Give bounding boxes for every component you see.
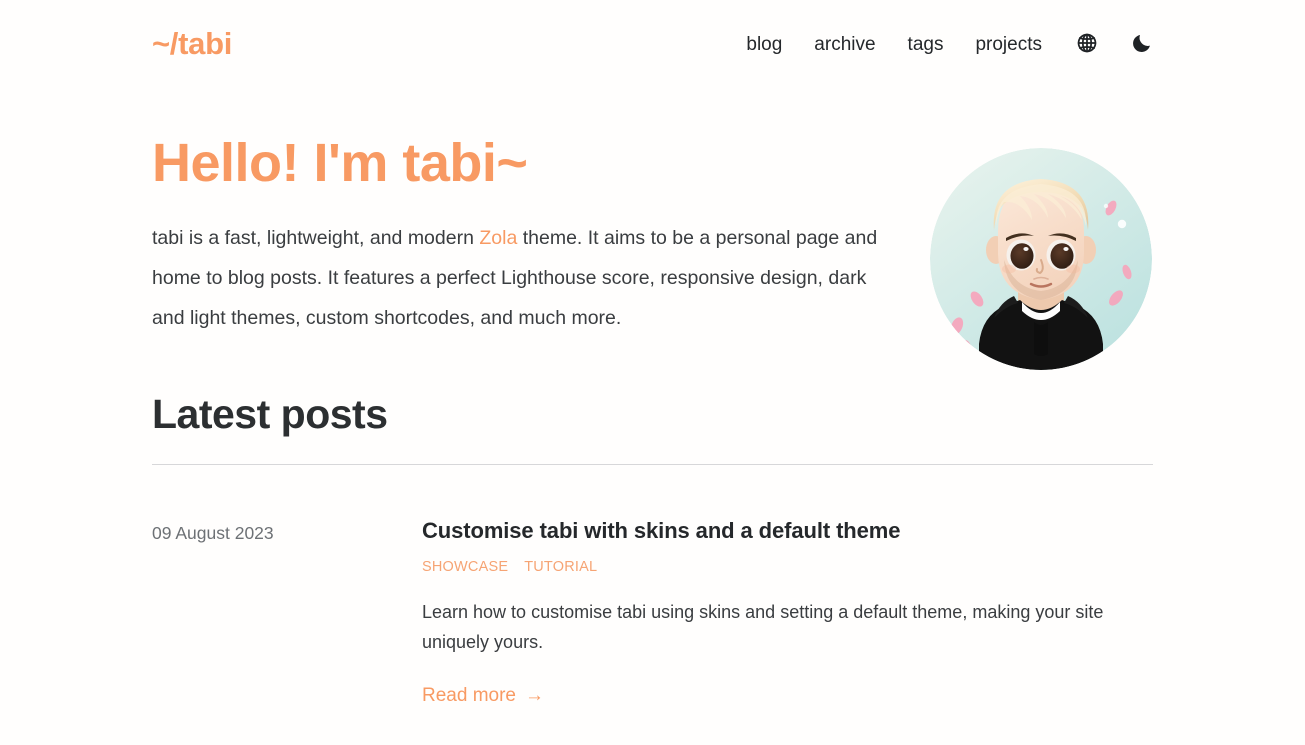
hero-section: Hello! I'm tabi~ tabi is a fast, lightwe… bbox=[152, 128, 1153, 370]
post-title-link[interactable]: Customise tabi with skins and a default … bbox=[422, 517, 1153, 545]
nav-link-projects[interactable]: projects bbox=[975, 35, 1042, 54]
hero-text-block: Hello! I'm tabi~ tabi is a fast, lightwe… bbox=[152, 128, 912, 338]
avatar-illustration bbox=[930, 148, 1152, 370]
moon-icon bbox=[1132, 32, 1153, 56]
section-divider bbox=[152, 464, 1153, 466]
hero-description-part1: tabi is a fast, lightweight, and modern bbox=[152, 227, 480, 250]
hero-description: tabi is a fast, lightweight, and modern … bbox=[152, 218, 897, 338]
post-date: 09 August 2023 bbox=[152, 523, 274, 544]
latest-posts-section: Latest posts 09 August 2023 Customise ta… bbox=[152, 391, 1153, 707]
post-tag-tutorial[interactable]: TUTORIAL bbox=[524, 559, 597, 575]
section-title: Latest posts bbox=[152, 391, 388, 437]
globe-icon bbox=[1076, 32, 1098, 57]
site-brand-logo[interactable]: ~/tabi bbox=[152, 28, 232, 61]
page-root: ~/tabi blog archive tags projects Hello!… bbox=[0, 0, 1305, 745]
post-content: Customise tabi with skins and a default … bbox=[422, 517, 1153, 707]
read-more-label: Read more bbox=[422, 684, 516, 706]
post-list-item: 09 August 2023 Customise tabi with skins… bbox=[152, 517, 1153, 707]
site-header: ~/tabi blog archive tags projects bbox=[152, 0, 1153, 88]
post-tag-list: SHOWCASE TUTORIAL bbox=[422, 559, 1153, 575]
post-tag-showcase[interactable]: SHOWCASE bbox=[422, 559, 508, 575]
post-description: Learn how to customise tabi using skins … bbox=[422, 601, 1104, 652]
nav-link-archive[interactable]: archive bbox=[814, 35, 875, 54]
page-title: Hello! I'm tabi~ bbox=[152, 133, 528, 193]
zola-link[interactable]: Zola bbox=[479, 227, 517, 249]
nav-link-tags[interactable]: tags bbox=[908, 35, 944, 54]
avatar bbox=[930, 148, 1152, 370]
nav-link-blog[interactable]: blog bbox=[746, 35, 782, 54]
read-more-link[interactable]: Read more → bbox=[422, 685, 544, 707]
theme-toggle-button[interactable] bbox=[1132, 32, 1153, 56]
arrow-right-icon: → bbox=[525, 685, 544, 707]
main-navigation: blog archive tags projects bbox=[746, 32, 1153, 57]
language-switcher-button[interactable] bbox=[1076, 32, 1098, 57]
